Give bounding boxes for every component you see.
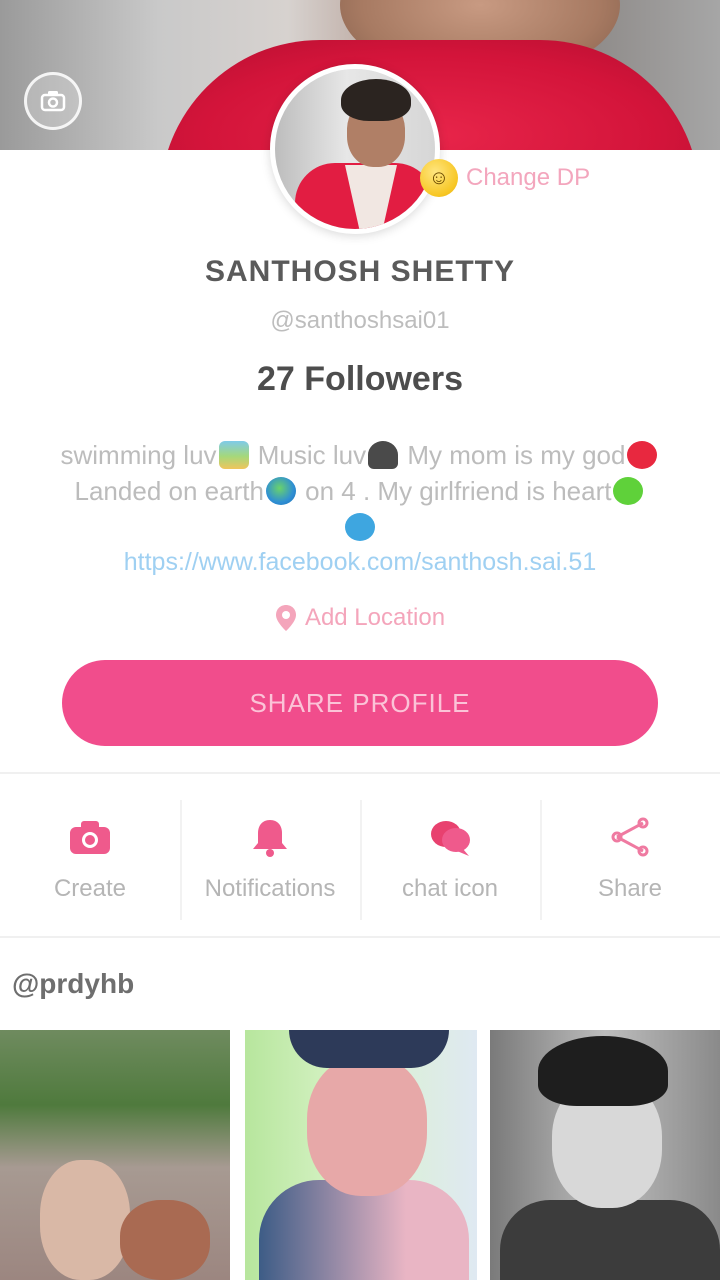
share-icon (611, 817, 649, 857)
action-row: Create Notifications chat icon Share (0, 790, 720, 930)
bio-text: Music luv (250, 440, 367, 470)
video-thumbnail[interactable] (245, 1030, 477, 1280)
share-label: Share (597, 875, 663, 902)
globe-emoji-icon (265, 477, 296, 505)
headphone-emoji-icon (368, 441, 399, 469)
create-button[interactable]: Create (0, 790, 180, 930)
share-button[interactable]: Share (540, 790, 720, 930)
chat-label: chat icon (401, 875, 499, 902)
bio-text: on 4 . My girlfriend is heart (297, 476, 612, 506)
change-dp-button[interactable]: ☺ Change DP (420, 158, 590, 198)
avatar[interactable] (270, 64, 440, 234)
change-cover-button[interactable] (24, 72, 82, 130)
chat-icon (431, 821, 470, 856)
video-grid (0, 1030, 720, 1280)
profile-handle: @santhoshsai01 (270, 307, 450, 334)
location-pin-icon (275, 605, 296, 631)
followers-count[interactable]: 27 Followers (0, 360, 720, 399)
videos-section-title: @prdyhb (12, 968, 135, 999)
red-heart-emoji-icon (627, 441, 658, 469)
create-label: Create (53, 875, 127, 902)
notifications-button[interactable]: Notifications (180, 790, 360, 930)
profile-link[interactable]: https://www.facebook.com/santhosh.sai.51 (0, 548, 720, 577)
change-dp-label: Change DP (466, 164, 591, 191)
add-location-label: Add Location (304, 604, 446, 631)
video-thumbnail[interactable] (490, 1030, 720, 1280)
profile-name: SANTHOSH SHETTY (204, 255, 516, 288)
bio-text: My mom is my god (400, 440, 626, 470)
notifications-label: Notifications (204, 875, 336, 902)
smile-emoji-icon: ☺ (420, 159, 458, 197)
video-thumbnail[interactable] (0, 1030, 230, 1280)
add-location-button[interactable]: Add Location (0, 604, 720, 632)
bell-icon (253, 820, 287, 857)
divider (0, 772, 720, 774)
bio-text: swimming luv (60, 440, 217, 470)
profile-bio: swimming luv Music luv My mom is my god … (48, 437, 672, 545)
chat-button[interactable]: chat icon (360, 790, 540, 930)
green-heart-emoji-icon (613, 477, 644, 505)
rainbow-emoji-icon (218, 441, 249, 469)
camera-icon (40, 91, 66, 112)
share-profile-button[interactable]: SHARE PROFILE (62, 660, 658, 746)
camera-icon (70, 821, 110, 854)
blue-heart-emoji-icon (345, 513, 375, 541)
bio-text: Landed on earth (74, 476, 264, 506)
divider (0, 936, 720, 938)
